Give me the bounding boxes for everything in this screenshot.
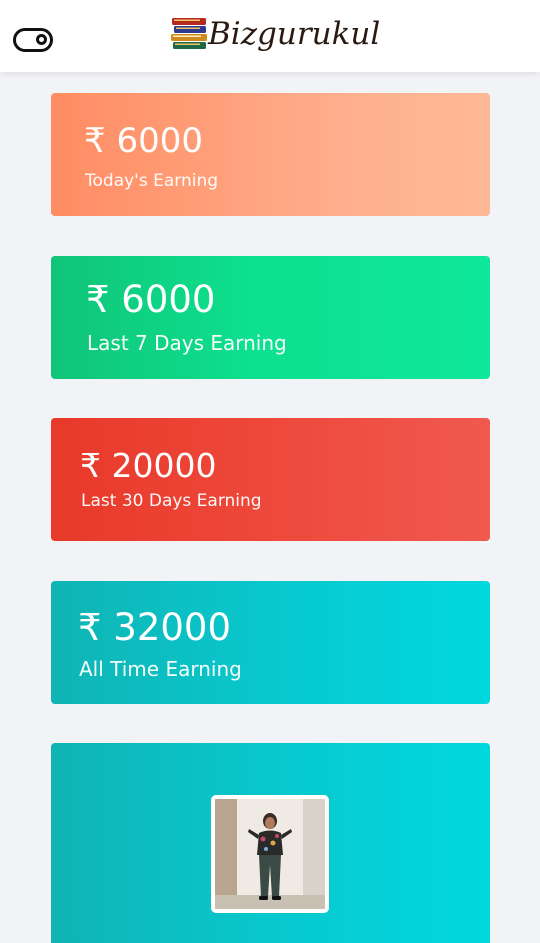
last-30-days-earning-label: Last 30 Days Earning	[81, 491, 262, 511]
logo-text: Bizgurukul	[208, 16, 381, 52]
last-30-days-earning-card[interactable]: ₹ 20000 Last 30 Days Earning	[51, 418, 490, 541]
all-time-earning-amount: ₹ 32000	[78, 606, 232, 649]
profile-photo-frame[interactable]	[211, 795, 329, 913]
last-7-days-earning-card[interactable]: ₹ 6000 Last 7 Days Earning	[51, 256, 490, 379]
toggle-knob	[36, 34, 47, 45]
app-header: Bizgurukul	[0, 0, 540, 72]
last-30-days-earning-amount: ₹ 20000	[80, 446, 217, 485]
todays-earning-label: Today's Earning	[85, 171, 219, 191]
all-time-earning-card[interactable]: ₹ 32000 All Time Earning	[51, 581, 490, 704]
todays-earning-card[interactable]: ₹ 6000 Today's Earning	[51, 93, 490, 216]
theme-toggle-icon[interactable]	[13, 28, 53, 52]
brand-logo[interactable]: Bizgurukul	[170, 12, 380, 56]
profile-card	[51, 743, 490, 943]
books-logo-icon	[171, 18, 207, 49]
all-time-earning-label: All Time Earning	[79, 657, 242, 681]
last-7-days-earning-amount: ₹ 6000	[86, 278, 216, 321]
profile-photo	[215, 799, 325, 909]
todays-earning-amount: ₹ 6000	[84, 121, 203, 161]
last-7-days-earning-label: Last 7 Days Earning	[87, 331, 287, 355]
